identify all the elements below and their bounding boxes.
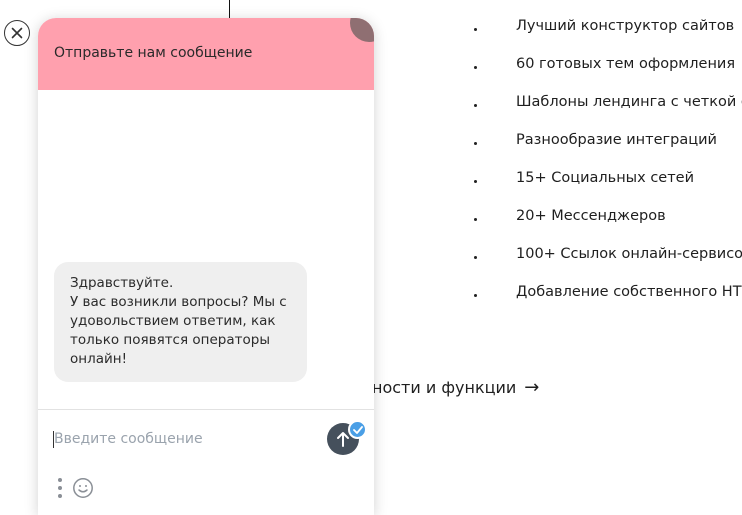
bullet-dot — [474, 256, 477, 259]
arrow-right-icon: → — [524, 377, 540, 398]
feature-list: Лучший конструктор сайтов 60 готовых тем… — [470, 16, 742, 320]
chat-widget: Отправьте нам сообщение Здравствуйте. У … — [38, 18, 374, 515]
chat-title: Отправьте нам сообщение — [54, 45, 253, 61]
feature-label: 100+ Ссылок онлайн-сервисов — [516, 246, 742, 262]
feature-label: 60 готовых тем оформления — [516, 56, 736, 72]
feature-item: Разнообразие интеграций — [470, 130, 742, 168]
bullet-dot — [474, 218, 477, 221]
bullet-dot — [474, 28, 477, 31]
bullet-dot — [474, 66, 477, 69]
feature-item: 15+ Социальных сетей — [470, 168, 742, 206]
feature-label: Шаблоны лендинга с четкой структурой — [516, 94, 742, 110]
divider-line — [229, 0, 230, 20]
checkmark-badge-icon — [348, 420, 367, 439]
chat-header: Отправьте нам сообщение — [38, 18, 374, 90]
feature-label: Разнообразие интеграций — [516, 132, 717, 148]
feature-label: Лучший конструктор сайтов — [516, 18, 735, 34]
feature-item: 20+ Мессенджеров — [470, 206, 742, 244]
smiley-icon — [73, 478, 93, 498]
feature-label: 20+ Мессенджеров — [516, 208, 666, 224]
features-more-label: ности и функции — [372, 378, 517, 397]
bullet-dot — [474, 142, 477, 145]
chat-messages: Здравствуйте. У вас возникли вопросы? Мы… — [38, 90, 374, 409]
feature-item: Добавление собственного HTML — [470, 282, 742, 320]
chat-close-button[interactable] — [4, 20, 30, 46]
feature-label: 15+ Социальных сетей — [516, 170, 695, 186]
message-input[interactable] — [54, 428, 314, 450]
vertical-dots-icon[interactable] — [57, 478, 63, 498]
chat-input-area — [38, 409, 374, 515]
greeting-message-bubble: Здравствуйте. У вас возникли вопросы? Мы… — [54, 262, 307, 382]
header-corner-decoration — [350, 18, 374, 42]
feature-item: Шаблоны лендинга с четкой структурой — [470, 92, 742, 130]
bullet-dot — [474, 294, 477, 297]
feature-item: 100+ Ссылок онлайн-сервисов — [470, 244, 742, 282]
features-more-link[interactable]: ности и функции → — [372, 377, 539, 398]
emoji-button[interactable] — [72, 477, 94, 499]
feature-item: 60 готовых тем оформления — [470, 54, 742, 92]
feature-item: Лучший конструктор сайтов — [470, 16, 742, 54]
page: Лучший конструктор сайтов 60 готовых тем… — [0, 0, 742, 515]
bullet-dot — [474, 180, 477, 183]
close-icon — [11, 27, 23, 39]
bullet-dot — [474, 104, 477, 107]
feature-label: Добавление собственного HTML — [516, 284, 742, 300]
